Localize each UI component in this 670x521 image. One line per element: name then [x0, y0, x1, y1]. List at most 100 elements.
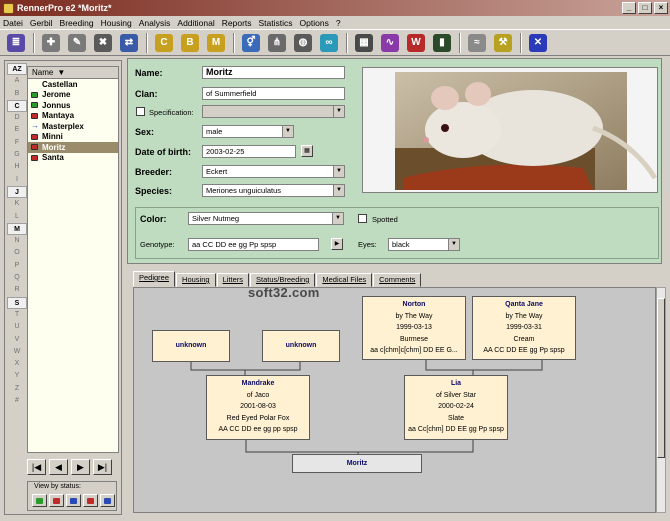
- next-record-button[interactable]: ▶: [71, 459, 90, 475]
- specification-dropdown[interactable]: ▼: [202, 105, 345, 118]
- list-item[interactable]: Castellan: [28, 79, 118, 90]
- pedigree-scrollbar[interactable]: [656, 287, 666, 513]
- genotype-field[interactable]: aa CC DD ee gg Pp spsp: [188, 238, 319, 251]
- menu-options[interactable]: Options: [300, 18, 329, 28]
- alpha-index-y[interactable]: Y: [7, 370, 27, 382]
- alpha-index-w[interactable]: W: [7, 346, 27, 358]
- alpha-index-g[interactable]: G: [7, 149, 27, 161]
- alpha-index-a[interactable]: A: [7, 75, 27, 87]
- sex-dropdown[interactable]: male ▼: [202, 125, 294, 138]
- gene-button[interactable]: ∞: [318, 32, 340, 54]
- alpha-index-l[interactable]: L: [7, 211, 27, 223]
- status-filter-button[interactable]: [100, 494, 115, 507]
- clan-field[interactable]: of Summerfield: [202, 87, 345, 100]
- animal-list[interactable]: Name ▼ Castellan Jerome Jonnus Mantaya → Mast…: [27, 66, 119, 453]
- list-button[interactable]: ≣: [5, 32, 27, 54]
- report-w-button[interactable]: W: [405, 32, 427, 54]
- status-filter-button[interactable]: [32, 494, 47, 507]
- pedigree-card-qanta[interactable]: Qanta Jane by The Way 1999-03-31 Cream AA CC…: [472, 296, 576, 360]
- status-filter-button[interactable]: [49, 494, 64, 507]
- eyes-dropdown[interactable]: black ▼: [388, 238, 460, 251]
- list-header[interactable]: Name ▼: [28, 67, 118, 79]
- family-tree-button[interactable]: ⋔: [266, 32, 288, 54]
- alpha-index-h[interactable]: H: [7, 161, 27, 173]
- scrollbar-thumb[interactable]: [657, 298, 665, 458]
- menu-analysis[interactable]: Analysis: [139, 18, 171, 28]
- color-dropdown[interactable]: Silver Nutmeg ▼: [188, 212, 344, 225]
- alpha-index-f[interactable]: F: [7, 137, 27, 149]
- alpha-index-v[interactable]: V: [7, 334, 27, 346]
- species-dropdown[interactable]: Meriones unguiculatus ▼: [202, 184, 345, 197]
- tab-housing[interactable]: Housing: [176, 273, 216, 287]
- alpha-index-q[interactable]: Q: [7, 272, 27, 284]
- previous-record-button[interactable]: ◀: [49, 459, 68, 475]
- exit-button[interactable]: ✕: [527, 32, 549, 54]
- list-item[interactable]: Moritz: [28, 142, 118, 153]
- genotype-button[interactable]: ▶: [331, 238, 343, 250]
- close-button[interactable]: ×: [654, 2, 668, 14]
- menu-help[interactable]: ?: [336, 18, 341, 28]
- breeder-dropdown[interactable]: Eckert ▼: [202, 165, 345, 178]
- book-button[interactable]: ▮: [431, 32, 453, 54]
- tab-pedigree[interactable]: Pedigree: [133, 271, 176, 287]
- alpha-index-k[interactable]: K: [7, 198, 27, 210]
- pedigree-view[interactable]: unknown unknown Norton by The Way 1999-03-13…: [133, 287, 656, 513]
- pedigree-card-norton[interactable]: Norton by The Way 1999-03-13 Burmese aa c[ch…: [362, 296, 466, 360]
- maximize-button[interactable]: □: [638, 2, 652, 14]
- filter-m-button[interactable]: M: [205, 32, 227, 54]
- alpha-index-j[interactable]: J: [7, 185, 27, 199]
- tools-button[interactable]: ⚒: [492, 32, 514, 54]
- tab-litters[interactable]: Litters: [216, 273, 249, 287]
- calendar-button[interactable]: ▦: [301, 145, 313, 157]
- alpha-index-other[interactable]: #: [7, 395, 27, 407]
- minimize-button[interactable]: _: [622, 2, 636, 14]
- menu-housing[interactable]: Housing: [101, 18, 132, 28]
- alpha-index-e[interactable]: E: [7, 124, 27, 136]
- list-item[interactable]: Mantaya: [28, 111, 118, 122]
- alpha-index-s[interactable]: S: [7, 296, 27, 309]
- status-filter-button[interactable]: [66, 494, 81, 507]
- gerbil-move-button[interactable]: ⇄: [118, 32, 140, 54]
- name-field[interactable]: Moritz: [202, 66, 345, 79]
- spotted-checkbox[interactable]: [358, 214, 367, 223]
- alpha-index-z[interactable]: Z: [7, 383, 27, 395]
- dob-field[interactable]: 2003-02-25: [202, 145, 296, 158]
- alpha-index-b[interactable]: B: [7, 88, 27, 100]
- alpha-index-x[interactable]: X: [7, 358, 27, 370]
- tab-comments[interactable]: Comments: [373, 273, 422, 287]
- globe-button[interactable]: ◍: [292, 32, 314, 54]
- first-record-button[interactable]: |◀: [27, 459, 46, 475]
- list-item[interactable]: Jonnus: [28, 100, 118, 111]
- alpha-index-i[interactable]: I: [7, 174, 27, 186]
- alpha-index-o[interactable]: O: [7, 247, 27, 259]
- menu-datei[interactable]: Datei: [3, 18, 23, 28]
- alpha-index-n[interactable]: N: [7, 235, 27, 247]
- pedigree-card-unknown2[interactable]: unknown: [262, 330, 340, 362]
- menu-statistics[interactable]: Statistics: [259, 18, 293, 28]
- list-item[interactable]: Minni: [28, 132, 118, 143]
- last-record-button[interactable]: ▶|: [93, 459, 112, 475]
- pedigree-card-unknown1[interactable]: unknown: [152, 330, 230, 362]
- alpha-index-m[interactable]: M: [7, 222, 27, 236]
- menu-reports[interactable]: Reports: [222, 18, 252, 28]
- list-item[interactable]: Jerome: [28, 90, 118, 101]
- alpha-index-r[interactable]: R: [7, 284, 27, 296]
- menu-gerbil[interactable]: Gerbil: [30, 18, 53, 28]
- specification-checkbox[interactable]: [136, 107, 145, 116]
- tab-medical-files[interactable]: Medical Files: [316, 273, 373, 287]
- alpha-index-d[interactable]: D: [7, 112, 27, 124]
- gerbil-delete-button[interactable]: ✖: [92, 32, 114, 54]
- filter-b-button[interactable]: B: [179, 32, 201, 54]
- gerbil-edit-button[interactable]: ✎: [66, 32, 88, 54]
- pedigree-card-self[interactable]: Moritz: [292, 454, 422, 473]
- alpha-index-c[interactable]: C: [7, 99, 27, 113]
- gender-button[interactable]: ⚥: [240, 32, 262, 54]
- gerbil-add-button[interactable]: ✚: [40, 32, 62, 54]
- filter-c-button[interactable]: C: [153, 32, 175, 54]
- alpha-index-u[interactable]: U: [7, 321, 27, 333]
- calculator-button[interactable]: ▦: [353, 32, 375, 54]
- pedigree-card-mandrake[interactable]: Mandrake of Jaco 2001-08-03 Red Eyed Polar …: [206, 375, 310, 440]
- chart-button[interactable]: ∿: [379, 32, 401, 54]
- menu-breeding[interactable]: Breeding: [60, 18, 94, 28]
- alpha-index-t[interactable]: T: [7, 309, 27, 321]
